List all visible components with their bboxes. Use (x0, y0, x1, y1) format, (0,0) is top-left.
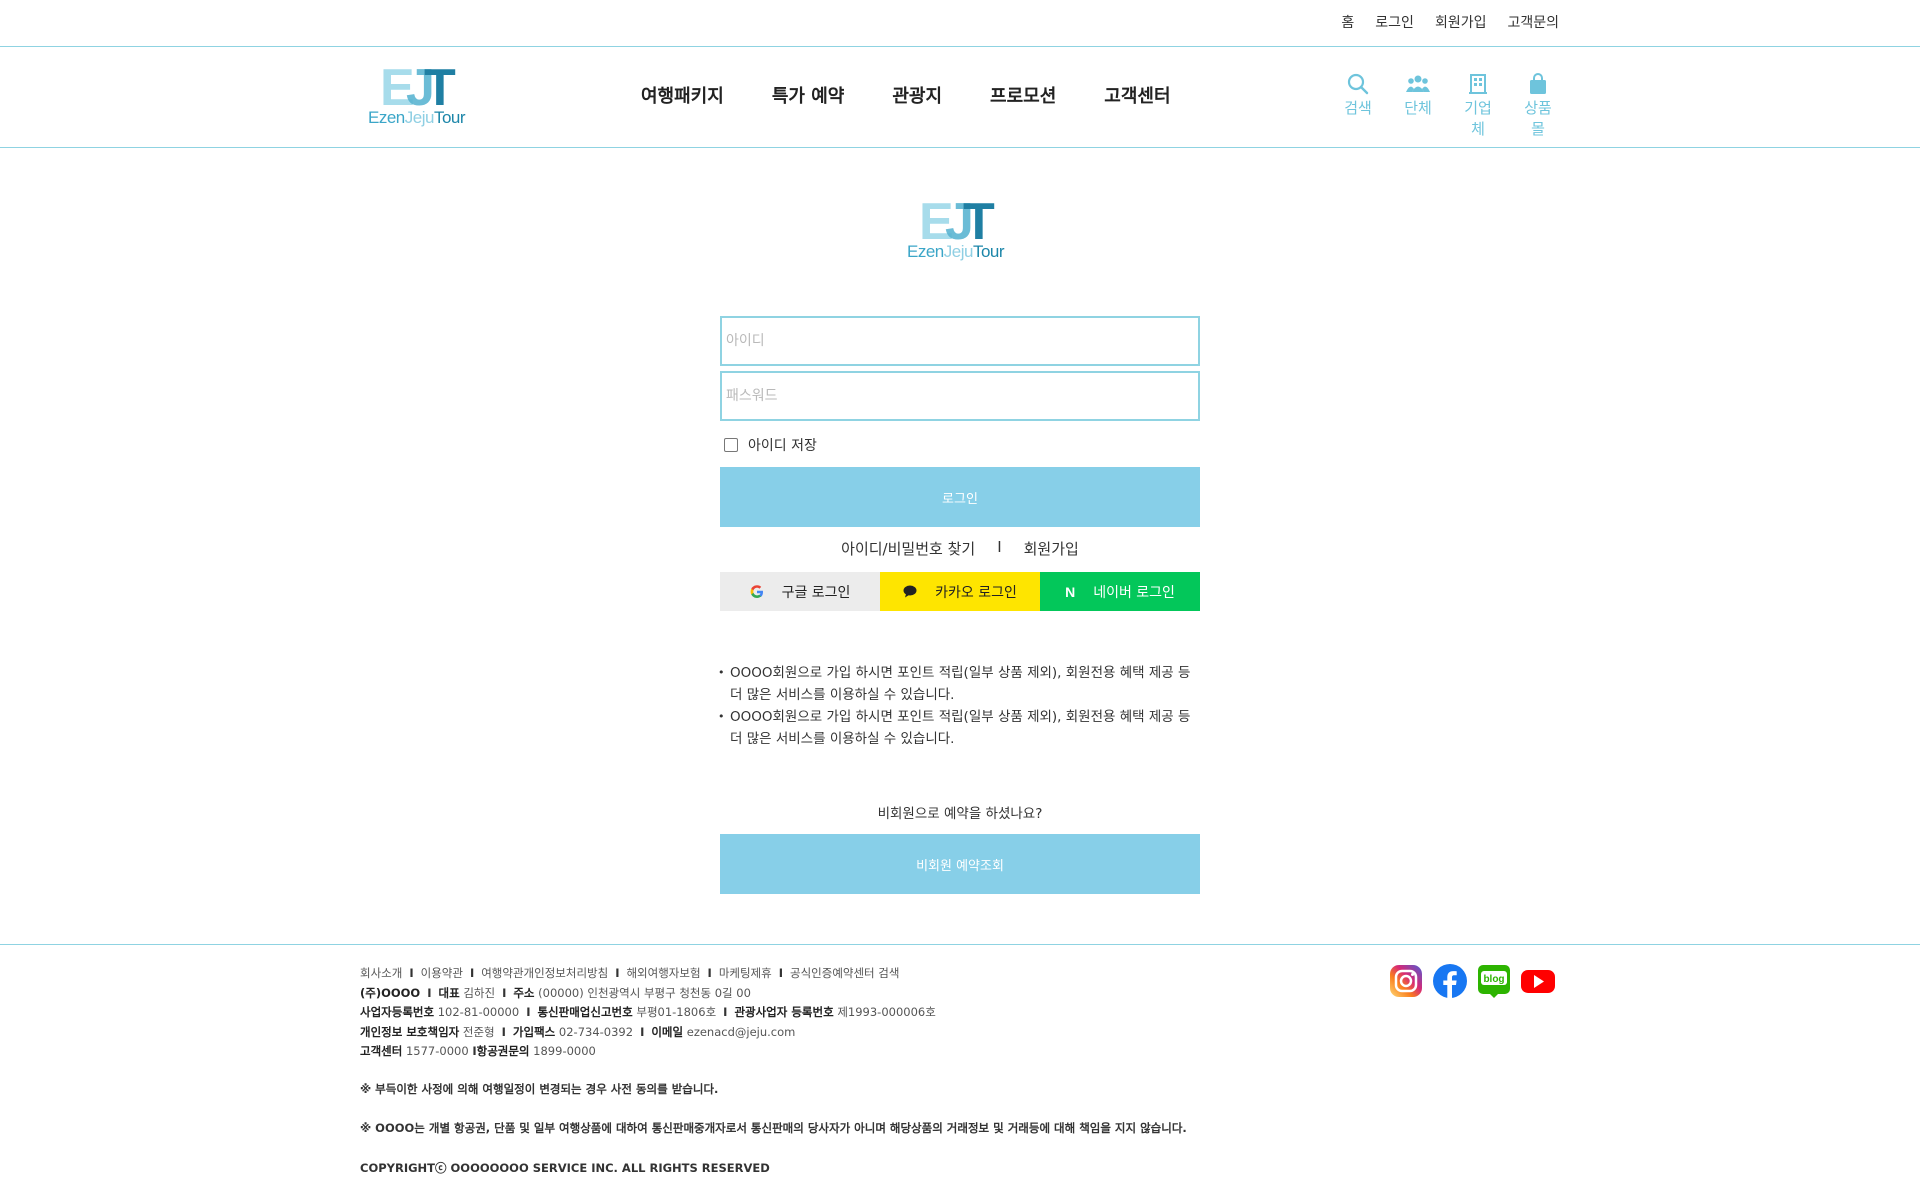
footer-copyright: COPYRIGHTⓒ OOOOOOOO SERVICE INC. ALL RIG… (360, 1160, 770, 1175)
nav-item-attractions[interactable]: 관광지 (892, 82, 942, 108)
nav-item-package[interactable]: 여행패키지 (641, 82, 724, 108)
building-icon (1469, 74, 1487, 94)
instagram-link[interactable] (1388, 963, 1424, 999)
footer-cs-line: 고객센터 1577-0000 I항공권문의 1899-0000 (360, 1044, 596, 1058)
id-input[interactable] (722, 318, 1198, 364)
save-id-checkbox[interactable] (724, 438, 738, 452)
footer-contact-line: 개인정보 보호책임자 전준형 I 가입팩스 02-734-0392 I 이메일 ezen… (360, 1024, 796, 1039)
google-login-label: 구글 로그인 (781, 584, 851, 601)
footer-info: 회사소개 I 이용약관 I 여행약관개인정보처리방침 I 해외여행자보험 I 마케팅제휴 I 공식인… (360, 964, 1187, 1178)
blog-icon: blog (1478, 965, 1510, 998)
password-input[interactable] (722, 373, 1198, 419)
header-divider-bottom (0, 147, 1920, 148)
main-nav: 여행패키지 특가 예약 관광지 프로모션 고객센터 (641, 82, 1171, 108)
kakao-chat-icon (903, 585, 917, 598)
nav-item-special[interactable]: 특가 예약 (772, 82, 845, 108)
footer-divider (0, 944, 1920, 945)
login-logo: E J T EzenJejuTour (907, 193, 1017, 266)
naver-icon: N (1065, 583, 1076, 600)
header-divider-top (0, 46, 1920, 47)
benefit-note: OOOO회원으로 가입 하시면 포인트 적립(일부 상품 제외), 회원전용 혜… (718, 706, 1200, 750)
footer-notice-liability: ※ OOOO는 개별 항공권, 단품 및 일부 여행상품에 대하여 통신판매중개… (360, 1121, 1187, 1135)
group-icon (1406, 75, 1430, 92)
header-group-label: 단체 (1404, 99, 1432, 117)
naver-login-button[interactable]: N 네이버 로그인 (1040, 572, 1200, 611)
svg-text:blog: blog (1483, 974, 1504, 985)
facebook-icon (1433, 964, 1467, 998)
footer-link-center-search[interactable]: 공식인증예약센터 검색 (790, 966, 899, 980)
header-search-button[interactable]: 검색 (1338, 73, 1378, 139)
blog-link[interactable]: blog (1476, 963, 1512, 999)
link-separator: I (997, 538, 1002, 556)
instagram-icon (1390, 965, 1422, 997)
header-shop-button[interactable]: 상품몰 (1518, 73, 1558, 139)
save-id-option: 아이디 저장 (724, 435, 817, 455)
footer-notice-schedule: ※ 부득이한 사정에 의해 여행일정이 변경되는 경우 사전 동의를 받습니다. (360, 1081, 719, 1096)
google-icon (750, 584, 763, 598)
footer-link-about[interactable]: 회사소개 (360, 966, 402, 980)
util-login-link[interactable]: 로그인 (1375, 12, 1414, 32)
header-shop-label: 상품몰 (1524, 99, 1552, 138)
sns-links: blog (1388, 963, 1556, 999)
member-benefit-notes: OOOO회원으로 가입 하시면 포인트 적립(일부 상품 제외), 회원전용 혜… (718, 662, 1200, 750)
save-id-label[interactable]: 아이디 저장 (748, 435, 817, 455)
account-links: 아이디/비밀번호 찾기 I 회원가입 (720, 538, 1200, 559)
benefit-note: OOOO회원으로 가입 하시면 포인트 적립(일부 상품 제외), 회원전용 혜… (718, 662, 1200, 706)
header-search-label: 검색 (1344, 99, 1372, 117)
shopping-bag-icon (1530, 73, 1546, 94)
kakao-login-label: 카카오 로그인 (935, 584, 1017, 601)
find-account-link[interactable]: 아이디/비밀번호 찾기 (841, 538, 975, 559)
google-login-button[interactable]: 구글 로그인 (720, 572, 880, 611)
nav-item-promotion[interactable]: 프로모션 (990, 82, 1056, 108)
footer-registration-line: 사업자등록번호 102-81-00000 I 통신판매업신고번호 부평01-1806… (360, 1005, 936, 1019)
facebook-link[interactable] (1432, 963, 1468, 999)
util-inquiry-link[interactable]: 고객문의 (1507, 12, 1559, 32)
kakao-login-button[interactable]: 카카오 로그인 (880, 572, 1040, 611)
header-corporate-label: 기업체 (1464, 99, 1492, 138)
utility-nav: 홈 로그인 회원가입 고객문의 (1341, 12, 1559, 32)
password-field-wrapper (720, 371, 1200, 421)
id-field-wrapper (720, 316, 1200, 366)
footer-link-privacy[interactable]: 여행약관개인정보처리방침 (481, 966, 608, 980)
footer-link-terms[interactable]: 이용약관 (421, 966, 463, 980)
logo-wordmark: EzenJejuTour (368, 108, 466, 127)
nav-item-customer-center[interactable]: 고객센터 (1104, 82, 1170, 108)
footer-links: 회사소개 I 이용약관 I 여행약관개인정보처리방침 I 해외여행자보험 I 마케팅제휴 I 공식인… (360, 966, 900, 980)
signup-link[interactable]: 회원가입 (1024, 538, 1079, 559)
login-button[interactable]: 로그인 (720, 467, 1200, 527)
util-home-link[interactable]: 홈 (1341, 12, 1354, 32)
youtube-icon (1521, 970, 1555, 993)
guest-reservation-button[interactable]: 비회원 예약조회 (720, 834, 1200, 894)
footer-link-insurance[interactable]: 해외여행자보험 (626, 966, 700, 980)
youtube-link[interactable] (1520, 963, 1556, 999)
header-group-button[interactable]: 단체 (1398, 73, 1438, 139)
social-login-bar: 구글 로그인 카카오 로그인 N 네이버 로그인 (720, 572, 1200, 611)
util-signup-link[interactable]: 회원가입 (1435, 12, 1487, 32)
header-corporate-button[interactable]: 기업체 (1458, 73, 1498, 139)
naver-login-label: 네이버 로그인 (1093, 584, 1175, 601)
search-icon (1347, 73, 1369, 95)
logo-wordmark: EzenJejuTour (907, 242, 1005, 261)
header-icons: 검색 단체 기업체 상품몰 (1338, 73, 1558, 139)
guest-question: 비회원으로 예약을 하셨나요? (877, 806, 1043, 822)
header-logo[interactable]: E J T EzenJejuTour (368, 59, 478, 132)
footer-company-line: (주)OOOO I 대표 김하진 I 주소 (00000) 인천광역시 부평구 청천동 … (360, 985, 751, 1000)
footer-link-marketing[interactable]: 마케팅제휴 (719, 966, 772, 980)
